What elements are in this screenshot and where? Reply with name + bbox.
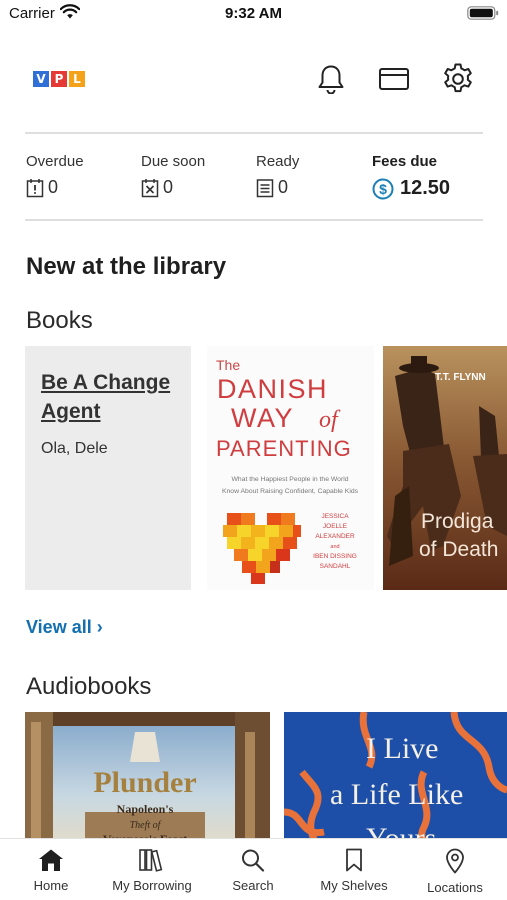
library-card-button[interactable]	[377, 62, 411, 96]
book-cover-danish-way[interactable]: The DANISH WAY of PARENTING What the Hap…	[207, 346, 374, 590]
cover-line-1: I Live	[366, 732, 438, 765]
stat-fees-due-value: 12.50	[400, 177, 451, 199]
audiobooks-heading: Audiobooks	[26, 673, 152, 700]
audiobook-cover-i-live[interactable]: I Live a Life Like Yours	[284, 712, 507, 852]
stat-ready-label: Ready	[256, 153, 300, 170]
book-cover-prodigal[interactable]: T.T. FLYNN Prodiga of Death	[383, 346, 507, 590]
status-bar: Carrier 9:32 AM	[0, 0, 507, 30]
books-icon	[139, 849, 163, 872]
clock-time: 9:32 AM	[225, 5, 282, 22]
cover-title-line-1: Prodiga	[421, 510, 494, 533]
book-title-link[interactable]: Be A Change Agent	[41, 368, 175, 426]
stat-fees-due-label: Fees due	[372, 153, 438, 170]
logo-letter-v: V	[33, 71, 49, 87]
gear-icon	[444, 63, 472, 93]
cover-author-2: JOELLE	[323, 523, 348, 530]
audiobook-cover-plunder[interactable]: Plunder Napoleon's Theft of Veronese's F…	[25, 712, 270, 852]
tab-home-label: Home	[33, 878, 69, 893]
logo-letter-l: L	[69, 71, 85, 87]
cover-title-line-2: of Death	[419, 538, 498, 561]
stats-divider	[25, 219, 483, 221]
view-all-books-link[interactable]: View all ›	[26, 617, 103, 638]
tab-locations[interactable]: Locations	[405, 848, 505, 895]
stat-overdue[interactable]: Overdue 0	[26, 153, 84, 198]
cover-subtitle-1: Napoleon's	[117, 802, 174, 816]
cover-author-and: and	[330, 544, 339, 550]
plunder-cover-art: Plunder Napoleon's Theft of Veronese's F…	[25, 712, 270, 852]
tab-search[interactable]: Search	[203, 848, 303, 893]
cover-subtitle-2: Know About Raising Confident, Capable Ki…	[222, 488, 359, 495]
stat-overdue-value: 0	[48, 177, 59, 197]
book-placeholder-card[interactable]: Be A Change Agent Ola, Dele	[25, 346, 191, 590]
stat-ready-value: 0	[278, 177, 289, 197]
stat-ready[interactable]: Ready 0	[256, 153, 299, 198]
tab-my-borrowing-label: My Borrowing	[112, 878, 192, 893]
bookmark-icon	[346, 848, 362, 872]
bottom-tab-bar: Home My Borrowing Search My Shelves Loca…	[0, 838, 507, 900]
new-at-library-heading: New at the library	[26, 253, 227, 280]
cover-text-the: The	[216, 357, 240, 373]
stat-due-soon-label: Due soon	[141, 153, 206, 170]
cover-author-4: IBEN DISSING	[313, 553, 357, 560]
search-icon	[242, 849, 265, 872]
cover-line-2: a Life Like	[330, 778, 463, 811]
tab-home[interactable]: Home	[1, 848, 101, 893]
tab-my-shelves[interactable]: My Shelves	[304, 848, 404, 893]
tab-my-shelves-label: My Shelves	[320, 878, 388, 893]
battery-icon	[467, 6, 499, 20]
cover-author-1: JESSICA	[321, 513, 349, 520]
home-icon	[39, 849, 63, 871]
cover-text-way: WAY	[231, 403, 294, 433]
vpl-logo[interactable]: V P L	[33, 71, 85, 87]
book-author: Ola, Dele	[41, 440, 108, 457]
stat-due-soon-value: 0	[163, 177, 174, 197]
tab-my-borrowing[interactable]: My Borrowing	[102, 848, 202, 893]
i-live-cover-art: I Live a Life Like Yours	[284, 712, 507, 852]
cover-text-danish: DANISH	[217, 374, 328, 404]
svg-text:$: $	[379, 180, 387, 196]
notifications-button[interactable]	[314, 62, 348, 96]
cover-subtitle-2: Theft of	[130, 820, 162, 831]
stat-due-soon[interactable]: Due soon 0	[141, 153, 205, 198]
card-icon	[379, 68, 409, 90]
settings-button[interactable]	[441, 62, 475, 96]
books-heading: Books	[26, 307, 93, 334]
tab-locations-label: Locations	[427, 880, 483, 895]
logo-letter-p: P	[51, 71, 67, 87]
cover-text-parenting: PARENTING	[216, 436, 352, 461]
prodigal-cover-art: T.T. FLYNN Prodiga of Death	[383, 346, 507, 590]
location-pin-icon	[446, 848, 464, 874]
bell-icon	[318, 65, 344, 94]
tab-search-label: Search	[232, 878, 274, 893]
cover-author-3: ALEXANDER	[315, 533, 355, 540]
danish-cover-art: The DANISH WAY of PARENTING What the Hap…	[207, 346, 374, 590]
due-soon-icon	[141, 178, 159, 197]
header-divider	[25, 132, 483, 134]
cover-author: T.T. FLYNN	[435, 372, 486, 383]
ready-icon	[256, 178, 274, 197]
dollar-circle-icon: $	[372, 178, 394, 199]
cover-author-5: SANDAHL	[320, 563, 351, 570]
overdue-icon	[26, 178, 44, 197]
stat-fees-due[interactable]: Fees due $ 12.50	[372, 153, 450, 200]
stat-overdue-label: Overdue	[26, 153, 84, 170]
cover-subtitle-1: What the Happiest People in the World	[232, 476, 349, 483]
cover-title: Plunder	[93, 766, 196, 799]
